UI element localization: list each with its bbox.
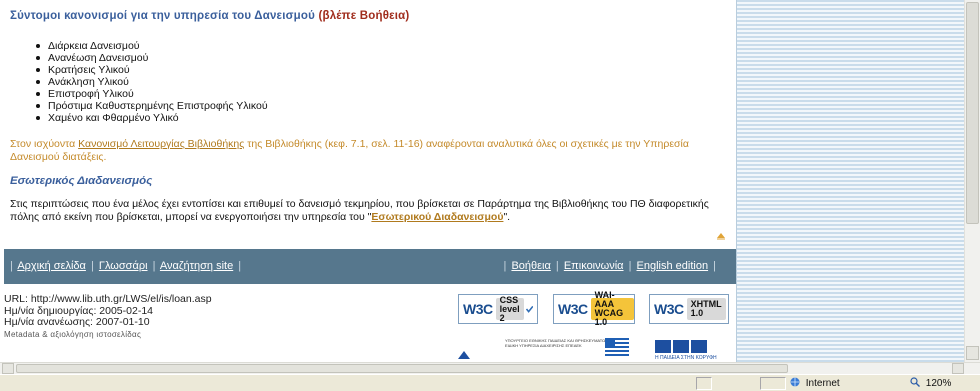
zoom-level[interactable]: 120%	[910, 377, 951, 389]
epeaek-logo-icon	[655, 340, 707, 353]
vertical-scrollbar[interactable]	[964, 0, 980, 362]
nav-glossary-link[interactable]: Γλωσσάρι	[99, 260, 148, 272]
page-heading: Σύντομοι κανονισμοί για την υπηρεσία του…	[10, 10, 409, 22]
sponsor-logos: ΥΠΟΥΡΓΕΙΟ ΕΘΝΙΚΗΣ ΠΑΙΔΕΙΑΣ ΚΑΙ ΘΡΗΣΚΕΥΜΑ…	[455, 338, 735, 362]
nav-separator: |	[555, 260, 559, 272]
page-url: URL: http://www.lib.uth.gr/LWS/el/is/loa…	[4, 293, 212, 305]
nav-separator: |	[628, 260, 632, 272]
xhtml-tag: XHTML 1.0	[686, 298, 726, 320]
nav-separator: |	[10, 260, 13, 272]
regulation-text-before: Στον ισχύοντα	[10, 138, 79, 150]
nav-english-link[interactable]: English edition	[637, 260, 709, 272]
ministry-text-line2: ΕΙΔΙΚΗ ΥΠΗΡΕΣΙΑ ΔΙΑΧΕΙΡΙΣΗΣ ΕΠΕΑΕΚ	[505, 343, 582, 348]
ministry-text: ΥΠΟΥΡΓΕΙΟ ΕΘΝΙΚΗΣ ΠΑΙΔΕΙΑΣ ΚΑΙ ΘΡΗΣΚΕΥΜΑ…	[505, 338, 608, 348]
list-item: Διάρκεια Δανεισμού	[36, 40, 268, 52]
w3c-css-badge[interactable]: W3C CSS level 2	[458, 294, 538, 324]
w3c-logo: W3C	[558, 301, 588, 317]
w3c-logo: W3C	[463, 301, 493, 317]
heading-help-link[interactable]: (βλέπε Βοήθεια)	[318, 10, 409, 22]
scroll-right-button[interactable]	[952, 363, 964, 374]
update-date: Ημ/νία ανανέωσης: 2007-01-10	[4, 316, 150, 328]
list-item: Ανανέωση Δανεισμού	[36, 52, 268, 64]
footer-nav-left: | Αρχική σελίδα | Γλωσσάρι | Αναζήτηση s…	[8, 260, 243, 272]
footer-nav-bar: | Αρχική σελίδα | Γλωσσάρι | Αναζήτηση s…	[4, 249, 736, 284]
ill-paragraph: Στις περιπτώσεις που ένα μέλος έχει εντο…	[10, 198, 734, 224]
epeaek-slogan: Η ΠΑΙΔΕΙΑ ΣΤΗΝ ΚΟΡΥΦΗ	[655, 355, 717, 361]
globe-icon	[790, 377, 800, 387]
loan-rules-list: Διάρκεια Δανεισμού Ανανέωση Δανεισμού Κρ…	[36, 40, 268, 124]
css-tag: CSS level 2	[495, 295, 524, 323]
nav-separator: |	[503, 260, 507, 272]
ill-link[interactable]: Εσωτερικού Διαδανεισμού	[371, 211, 503, 223]
scroll-left-button[interactable]	[2, 363, 14, 374]
page-content: Σύντομοι κανονισμοί για την υπηρεσία του…	[0, 0, 736, 362]
status-panel-security	[760, 377, 786, 390]
w3c-wai-badge[interactable]: W3C WAI-AAA WCAG 1.0	[553, 291, 635, 327]
ill-text-after: ".	[503, 211, 511, 223]
back-to-top-icon[interactable]	[716, 232, 726, 240]
page-metadata: URL: http://www.lib.uth.gr/LWS/el/is/loa…	[4, 293, 212, 341]
zoom-icon	[910, 377, 920, 387]
regulation-link[interactable]: Κανονισμό Λειτουργίας Βιβλιοθήκης	[78, 138, 244, 150]
w3c-xhtml-badge[interactable]: W3C XHTML 1.0	[649, 294, 729, 324]
css-tag-line2: level 2	[499, 303, 520, 323]
security-zone-label: Internet	[805, 378, 840, 389]
xhtml-tag-line2: 1.0	[690, 308, 704, 318]
nav-separator: |	[152, 260, 156, 272]
w3c-logo: W3C	[654, 301, 684, 317]
regulation-paragraph: Στον ισχύοντα Κανονισμό Λειτουργίας Βιβλ…	[10, 138, 734, 164]
list-item: Πρόστιμα Καθυστερημένης Επιστροφής Υλικο…	[36, 100, 268, 112]
ministry-logo-icon	[458, 351, 470, 359]
security-zone[interactable]: Internet	[790, 377, 840, 389]
zoom-level-label: 120%	[925, 378, 952, 389]
horizontal-scrollbar[interactable]	[0, 362, 980, 374]
heading-text: Σύντομοι κανονισμοί για την υπηρεσία του…	[10, 10, 316, 22]
status-panel-page-icon	[696, 377, 712, 390]
decorative-side-panel	[736, 0, 964, 362]
nav-separator: |	[713, 260, 716, 272]
wai-tag: WAI-AAA WCAG 1.0	[590, 291, 634, 327]
list-item: Ανάκληση Υλικού	[36, 76, 268, 88]
footer-nav-right: | Βοήθεια | Επικοινωνία | English editio…	[502, 260, 718, 272]
browser-viewport: Σύντομοι κανονισμοί για την υπηρεσία του…	[0, 0, 964, 362]
list-item: Κρατήσεις Υλικού	[36, 64, 268, 76]
horizontal-scroll-thumb[interactable]	[16, 364, 788, 373]
list-item: Χαμένο και Φθαρμένο Υλικό	[36, 112, 268, 124]
nav-home-link[interactable]: Αρχική σελίδα	[17, 260, 86, 272]
wai-tag-line1: WAI-AAA	[594, 290, 615, 309]
scroll-down-button[interactable]	[966, 346, 979, 360]
ill-subheading: Εσωτερικός Διαδανεισμός	[10, 175, 153, 187]
nav-search-site-link[interactable]: Αναζήτηση site	[160, 260, 233, 272]
nav-separator: |	[90, 260, 94, 272]
nav-help-link[interactable]: Βοήθεια	[511, 260, 550, 272]
ill-text-before: Στις περιπτώσεις που ένα μέλος έχει εντο…	[10, 198, 709, 223]
nav-contact-link[interactable]: Επικοινωνία	[564, 260, 624, 272]
greek-flag-icon	[605, 338, 629, 356]
list-item: Επιστροφή Υλικού	[36, 88, 268, 100]
status-bar: Internet 120%	[0, 374, 980, 391]
metadata-link[interactable]: Metadata & αξιολόγηση ιστοσελίδας	[4, 329, 212, 341]
nav-separator: |	[238, 260, 242, 272]
wai-tag-line2: WCAG 1.0	[594, 308, 624, 327]
vertical-scroll-thumb[interactable]	[966, 2, 979, 224]
checkmark-icon	[525, 305, 533, 313]
